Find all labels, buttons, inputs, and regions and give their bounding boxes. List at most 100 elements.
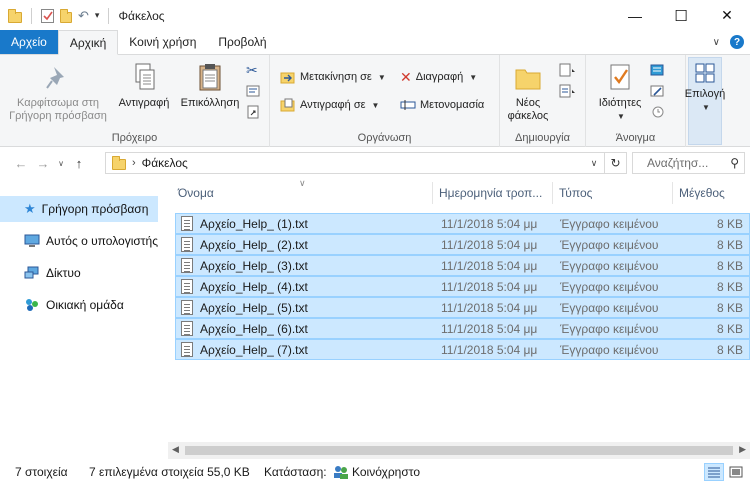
- new-folder-icon[interactable]: [60, 8, 72, 23]
- title-bar: ↶ ▾ Φάκελος — ☐ ✕: [0, 0, 750, 31]
- search-input[interactable]: Αναζήτησ... ⚲: [632, 152, 745, 174]
- nav-label: Γρήγορη πρόσβαση: [41, 202, 149, 216]
- tab-view[interactable]: Προβολή: [207, 30, 277, 54]
- properties-button[interactable]: Ιδιότητες ▼: [592, 61, 648, 123]
- breadcrumb-separator-icon: ›: [132, 157, 136, 169]
- history-button[interactable]: [650, 103, 666, 121]
- file-type: Έγγραφο κειμένου: [560, 238, 659, 252]
- minimize-button[interactable]: —: [612, 0, 658, 31]
- open-group: Ιδιότητες ▼ Άνοιγμα: [586, 55, 686, 147]
- file-list: ∨ Όνομα Ημερομηνία τροπ... Τύπος Μέγεθος…: [168, 178, 750, 442]
- column-date-modified[interactable]: Ημερομηνία τροπ...: [439, 186, 542, 200]
- back-button[interactable]: ←: [10, 152, 32, 174]
- paste-label: Επικόλληση: [180, 97, 240, 109]
- details-view-button[interactable]: [704, 463, 724, 481]
- copy-path-button[interactable]: [246, 82, 260, 100]
- address-bar[interactable]: › Φάκελος ∨ ↻: [105, 152, 627, 174]
- copy-button[interactable]: Αντιγραφή: [114, 61, 174, 110]
- select-button[interactable]: Επιλογή ▼: [685, 57, 725, 145]
- new-folder-button[interactable]: Νέος φάκελος: [506, 61, 550, 123]
- breadcrumb-current[interactable]: Φάκελος: [142, 156, 188, 170]
- refresh-button[interactable]: ↻: [604, 153, 626, 173]
- nav-label: Οικιακή ομάδα: [46, 298, 124, 312]
- nav-quick-access[interactable]: ★ Γρήγορη πρόσβαση: [0, 196, 158, 222]
- file-name: Αρχείο_Help_ (7).txt: [200, 343, 308, 357]
- column-name[interactable]: Όνομα: [178, 186, 214, 200]
- file-row[interactable]: Αρχείο_Help_ (5).txt 11/1/2018 5:04 μμ Έ…: [175, 297, 750, 318]
- recent-locations-button[interactable]: ∨: [54, 152, 68, 174]
- file-row[interactable]: Αρχείο_Help_ (4).txt 11/1/2018 5:04 μμ Έ…: [175, 276, 750, 297]
- paste-shortcut-button[interactable]: [246, 103, 260, 121]
- file-date: 11/1/2018 5:04 μμ: [441, 280, 538, 294]
- nav-this-pc[interactable]: Αυτός ο υπολογιστής: [0, 228, 158, 254]
- file-row[interactable]: Αρχείο_Help_ (6).txt 11/1/2018 5:04 μμ Έ…: [175, 318, 750, 339]
- customize-toolbar-icon[interactable]: ▾: [95, 10, 100, 21]
- large-icons-view-button[interactable]: [726, 463, 746, 481]
- text-file-icon: [181, 300, 193, 315]
- scroll-right-icon[interactable]: ▶: [739, 444, 746, 455]
- scroll-left-icon[interactable]: ◀: [172, 444, 179, 455]
- delete-button[interactable]: ✕ Διαγραφή ▼: [400, 68, 477, 86]
- tab-home[interactable]: Αρχική: [57, 30, 119, 55]
- easy-access-button[interactable]: [558, 82, 578, 100]
- help-icon[interactable]: ?: [730, 35, 744, 49]
- properties-label: Ιδιότητες: [598, 97, 642, 109]
- move-to-label: Μετακίνηση σε: [300, 71, 372, 83]
- undo-icon[interactable]: ↶: [78, 8, 89, 24]
- column-divider[interactable]: [672, 182, 673, 204]
- copy-path-icon: [246, 85, 260, 97]
- rename-button[interactable]: Μετονομασία: [400, 96, 484, 114]
- nav-homegroup[interactable]: Οικιακή ομάδα: [0, 292, 158, 318]
- file-row[interactable]: Αρχείο_Help_ (1).txt 11/1/2018 5:04 μμ Έ…: [175, 213, 750, 234]
- text-file-icon: [181, 237, 193, 252]
- forward-button[interactable]: →: [32, 152, 54, 174]
- quick-access-toolbar: ↶ ▾: [0, 0, 112, 31]
- copy-to-button[interactable]: Αντιγραφή σε ▼: [280, 96, 379, 114]
- move-to-button[interactable]: Μετακίνηση σε ▼: [280, 68, 386, 86]
- new-group: Νέος φάκελος Δημιουργία: [500, 55, 586, 147]
- address-history-button[interactable]: ∨: [586, 153, 602, 173]
- close-button[interactable]: ✕: [704, 0, 750, 31]
- pin-label: Καρφίτσωμα στη Γρήγορη πρόσβαση: [9, 97, 107, 122]
- ribbon: Καρφίτσωμα στη Γρήγορη πρόσβαση Αντιγραφ…: [0, 55, 750, 147]
- column-divider[interactable]: [432, 182, 433, 204]
- file-type: Έγγραφο κειμένου: [560, 301, 659, 315]
- file-type: Έγγραφο κειμένου: [560, 322, 659, 336]
- expand-ribbon-icon[interactable]: ∨: [713, 37, 720, 48]
- tab-share[interactable]: Κοινή χρήση: [118, 30, 207, 54]
- column-size[interactable]: Μέγεθος: [679, 186, 725, 200]
- scrollbar-thumb[interactable]: [185, 446, 733, 455]
- file-row[interactable]: Αρχείο_Help_ (2).txt 11/1/2018 5:04 μμ Έ…: [175, 234, 750, 255]
- search-icon: ⚲: [730, 156, 739, 170]
- open-icon: [650, 64, 664, 76]
- copy-label: Αντιγραφή: [118, 97, 170, 109]
- column-type[interactable]: Τύπος: [559, 186, 592, 200]
- open-button[interactable]: [650, 61, 666, 79]
- properties-check-icon[interactable]: [41, 8, 54, 23]
- selected-count: 7 επιλεγμένα στοιχεία 55,0 KB: [89, 465, 250, 479]
- pin-quick-access-button[interactable]: Καρφίτσωμα στη Γρήγορη πρόσβαση: [6, 61, 110, 123]
- file-date: 11/1/2018 5:04 μμ: [441, 238, 538, 252]
- move-to-icon: [280, 72, 295, 84]
- up-arrow-icon: ↑: [75, 155, 83, 171]
- maximize-button[interactable]: ☐: [658, 0, 704, 31]
- clipboard-group: Καρφίτσωμα στη Γρήγορη πρόσβαση Αντιγραφ…: [0, 55, 270, 147]
- horizontal-scrollbar[interactable]: ◀ ▶: [168, 442, 750, 459]
- paste-button[interactable]: Επικόλληση: [178, 61, 242, 110]
- text-file-icon: [181, 321, 193, 336]
- up-button[interactable]: ↑: [68, 152, 90, 174]
- new-item-button[interactable]: [558, 61, 578, 79]
- tab-file[interactable]: Αρχείο: [0, 30, 58, 54]
- column-divider[interactable]: [552, 182, 553, 204]
- new-group-label: Δημιουργία: [515, 132, 570, 144]
- file-row[interactable]: Αρχείο_Help_ (7).txt 11/1/2018 5:04 μμ Έ…: [175, 339, 750, 360]
- file-row[interactable]: Αρχείο_Help_ (3).txt 11/1/2018 5:04 μμ Έ…: [175, 255, 750, 276]
- edit-button[interactable]: [650, 82, 666, 100]
- file-size: 8 KB: [716, 238, 743, 252]
- dropdown-caret-icon: ▼: [371, 100, 380, 110]
- cut-button[interactable]: ✂: [246, 61, 258, 79]
- file-type: Έγγραφο κειμένου: [560, 280, 659, 294]
- star-icon: ★: [24, 201, 36, 216]
- text-file-icon: [181, 216, 193, 231]
- nav-network[interactable]: Δίκτυο: [0, 260, 158, 286]
